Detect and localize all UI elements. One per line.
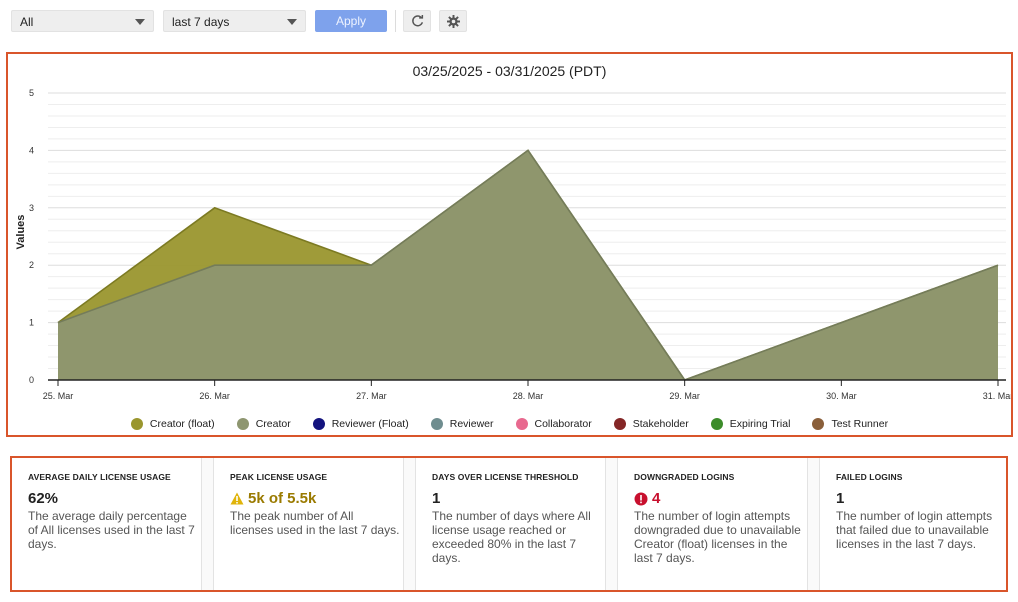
legend-item[interactable]: Reviewer bbox=[430, 416, 494, 432]
legend-label: Expiring Trial bbox=[729, 418, 791, 430]
metric-value-text: 5k of 5.5k bbox=[248, 490, 317, 507]
legend-marker bbox=[710, 418, 723, 430]
date-range-select-value: last 7 days bbox=[172, 15, 230, 29]
metric-card: PEAK LICENSE USAGE 5k of 5.5k The peak num… bbox=[214, 458, 404, 590]
legend-label: Creator bbox=[255, 418, 291, 430]
metric-description: The number of login attempts downgraded … bbox=[634, 509, 801, 565]
legend-marker bbox=[312, 418, 325, 430]
y-tick-label: 5 bbox=[29, 88, 34, 98]
legend-marker bbox=[515, 418, 528, 430]
refresh-icon bbox=[412, 15, 424, 27]
legend-label: Collaborator bbox=[534, 418, 592, 430]
settings-button[interactable] bbox=[439, 10, 467, 32]
metric-description: The average daily percentage of All lice… bbox=[28, 509, 195, 551]
metric-card: FAILED LOGINS 1 The number of login attemp… bbox=[820, 458, 1006, 590]
legend-marker bbox=[430, 418, 443, 430]
metric-title: FAILED LOGINS bbox=[836, 472, 903, 482]
error-icon bbox=[634, 492, 648, 505]
y-tick-label: 2 bbox=[29, 260, 34, 270]
x-tick-label: 25. Mar bbox=[43, 391, 74, 401]
legend-label: Reviewer bbox=[449, 418, 494, 430]
legend-label: Reviewer (Float) bbox=[331, 418, 409, 430]
metric-value-text: 62% bbox=[28, 490, 59, 507]
x-tick-label: 27. Mar bbox=[356, 391, 387, 401]
metric-value-text: 4 bbox=[652, 490, 661, 507]
metric-value: 5k of 5.5k bbox=[230, 490, 390, 507]
chevron-down-icon bbox=[135, 19, 145, 25]
metric-divider bbox=[807, 458, 820, 590]
y-tick-label: 1 bbox=[29, 318, 34, 328]
metrics-panel: AVERAGE DAILY LICENSE USAGE 62% The averag… bbox=[10, 456, 1008, 592]
x-tick-label: 30. Mar bbox=[826, 391, 857, 401]
metric-description: The number of login attempts that failed… bbox=[836, 509, 993, 551]
filter-select-value: All bbox=[20, 15, 34, 29]
date-range-select[interactable]: last 7 days bbox=[163, 10, 306, 32]
legend-label: Test Runner bbox=[831, 418, 889, 430]
toolbar: All last 7 days Apply bbox=[0, 0, 1018, 44]
legend-item[interactable]: Stakeholder bbox=[613, 416, 689, 432]
legend-item[interactable]: Collaborator bbox=[515, 416, 592, 432]
chart-legend: Creator (float) Creator Reviewer (Float) Re… bbox=[8, 416, 1011, 432]
warning-icon bbox=[230, 492, 244, 505]
legend-marker bbox=[812, 418, 825, 430]
area-chart: 0 1 2 3 4 5 25. Mar 26. Mar 27. Mar 28. Mar 29. Ma… bbox=[29, 88, 1011, 401]
x-tick-label: 26. Mar bbox=[199, 391, 230, 401]
metric-value-text: 1 bbox=[836, 490, 845, 507]
metric-card: AVERAGE DAILY LICENSE USAGE 62% The averag… bbox=[12, 458, 202, 590]
metric-divider bbox=[201, 458, 214, 590]
apply-button[interactable]: Apply bbox=[315, 10, 387, 32]
refresh-button[interactable] bbox=[403, 10, 431, 32]
metric-value: 62% bbox=[28, 490, 188, 507]
metric-description: The peak number of All licenses used in … bbox=[230, 509, 400, 537]
y-tick-label: 3 bbox=[29, 203, 34, 213]
legend-marker bbox=[130, 418, 143, 430]
legend-marker bbox=[236, 418, 249, 430]
metric-description: The number of days where All license usa… bbox=[432, 509, 591, 565]
legend-label: Stakeholder bbox=[632, 418, 689, 430]
metric-card: DOWNGRADED LOGINS 4 The number of login at… bbox=[618, 458, 808, 590]
legend-item[interactable]: Creator bbox=[236, 416, 291, 432]
x-tick-label: 29. Mar bbox=[669, 391, 700, 401]
usage-chart-panel: 03/25/2025 - 03/31/2025 (PDT) Values 012… bbox=[6, 52, 1013, 437]
metric-value: 1 bbox=[432, 490, 592, 507]
toolbar-divider bbox=[395, 10, 396, 32]
x-tick-label: 31. Mar bbox=[983, 391, 1011, 401]
metric-title: AVERAGE DAILY LICENSE USAGE bbox=[28, 472, 171, 482]
legend-item[interactable]: Reviewer (Float) bbox=[312, 416, 409, 432]
gear-icon bbox=[447, 15, 460, 28]
y-tick-label: 4 bbox=[29, 145, 34, 155]
metric-card: DAYS OVER LICENSE THRESHOLD 1 The number o… bbox=[416, 458, 606, 590]
metric-title: DAYS OVER LICENSE THRESHOLD bbox=[432, 472, 579, 482]
metric-divider bbox=[605, 458, 618, 590]
metric-title: PEAK LICENSE USAGE bbox=[230, 472, 328, 482]
legend-item[interactable]: Expiring Trial bbox=[710, 416, 791, 432]
metric-value: 1 bbox=[836, 490, 992, 507]
metric-value: 4 bbox=[634, 490, 794, 507]
filter-select[interactable]: All bbox=[11, 10, 154, 32]
legend-item[interactable]: Creator (float) bbox=[130, 416, 215, 432]
y-tick-label: 0 bbox=[29, 375, 34, 385]
metric-divider bbox=[403, 458, 416, 590]
legend-marker bbox=[613, 418, 626, 430]
x-tick-label: 28. Mar bbox=[513, 391, 544, 401]
metric-title: DOWNGRADED LOGINS bbox=[634, 472, 735, 482]
metric-value-text: 1 bbox=[432, 490, 441, 507]
legend-item[interactable]: Test Runner bbox=[812, 416, 888, 432]
legend-label: Creator (float) bbox=[149, 418, 215, 430]
chevron-down-icon bbox=[287, 19, 297, 25]
